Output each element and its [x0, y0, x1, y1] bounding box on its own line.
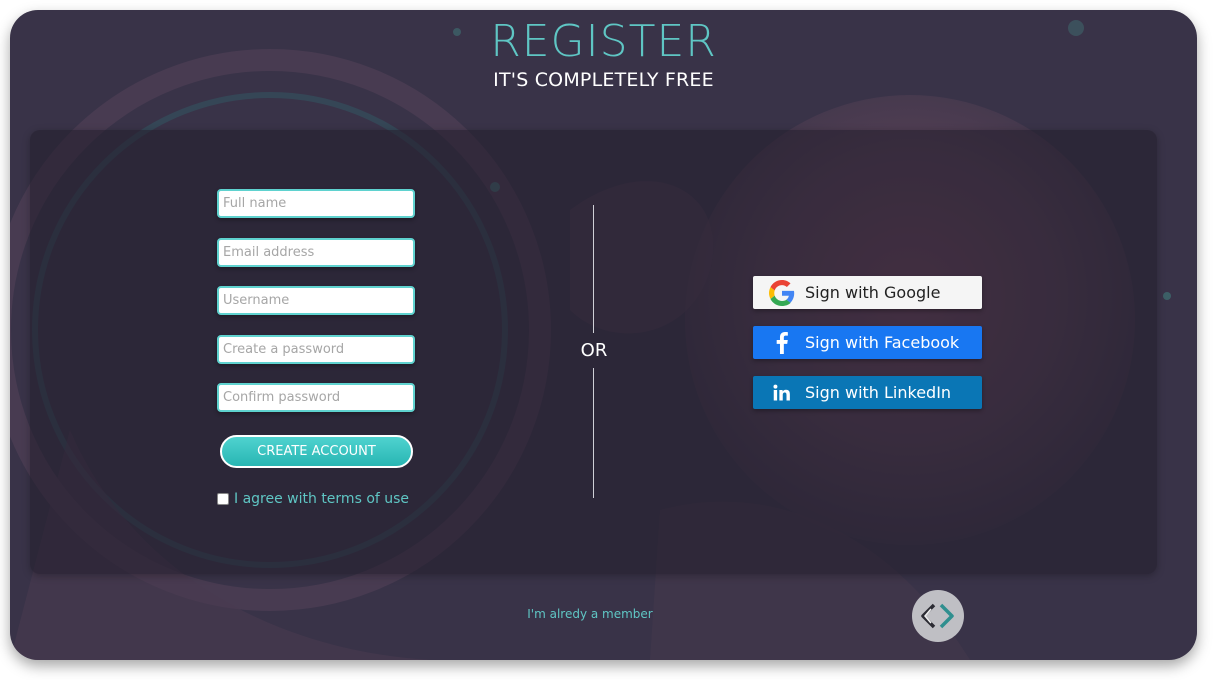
email-input[interactable]: [217, 238, 415, 267]
terms-label[interactable]: I agree with terms of use: [234, 491, 409, 507]
divider-line-bottom: [593, 368, 594, 498]
facebook-icon: [769, 330, 795, 356]
linkedin-signin-button[interactable]: Sign with LinkedIn: [753, 376, 982, 409]
facebook-signin-button[interactable]: Sign with Facebook: [753, 326, 982, 359]
facebook-signin-label: Sign with Facebook: [805, 333, 960, 352]
app-window: REGISTER IT'S COMPLETELY FREE CREATE ACC…: [10, 10, 1197, 660]
code-brackets-icon[interactable]: [912, 590, 964, 642]
linkedin-icon: [769, 380, 795, 406]
divider-line-top: [593, 205, 594, 333]
google-signin-button[interactable]: Sign with Google: [753, 276, 982, 309]
terms-agreement: I agree with terms of use: [217, 491, 409, 507]
create-account-button[interactable]: CREATE ACCOUNT: [220, 435, 413, 468]
terms-checkbox[interactable]: [217, 493, 229, 505]
password-input[interactable]: [217, 335, 415, 364]
already-member-link[interactable]: I'm alredy a member: [490, 607, 690, 621]
page-subtitle: IT'S COMPLETELY FREE: [493, 69, 714, 91]
google-signin-label: Sign with Google: [805, 283, 941, 302]
confirm-password-input[interactable]: [217, 383, 415, 412]
username-input[interactable]: [217, 286, 415, 315]
page-title: REGISTER: [490, 16, 717, 67]
linkedin-signin-label: Sign with LinkedIn: [805, 383, 952, 402]
or-separator: OR: [580, 340, 608, 361]
full-name-input[interactable]: [217, 189, 415, 218]
google-icon: [769, 279, 795, 306]
